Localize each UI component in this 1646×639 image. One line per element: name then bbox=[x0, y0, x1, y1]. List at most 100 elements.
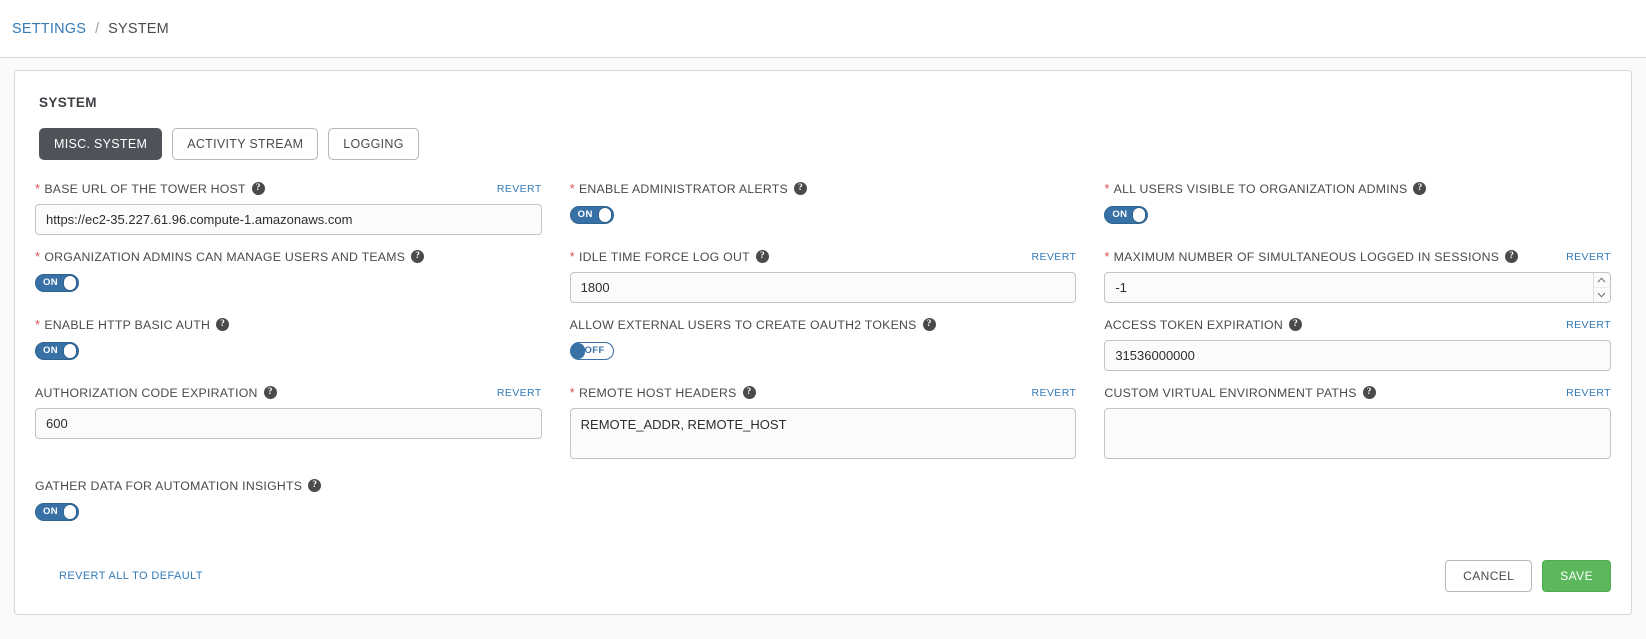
toggle-http-basic-auth[interactable]: ON bbox=[35, 341, 79, 360]
required-asterisk: * bbox=[569, 385, 575, 400]
toggle-knob bbox=[63, 342, 77, 359]
label-text: REMOTE HOST HEADERS bbox=[578, 385, 737, 400]
label-admin-alerts: * ENABLE ADMINISTRATOR ALERTS ? bbox=[570, 182, 807, 196]
field-max-sessions: * MAXIMUM NUMBER OF SIMULTANEOUS LOGGED … bbox=[1104, 248, 1611, 303]
label-http-basic-auth: * ENABLE HTTP BASIC AUTH ? bbox=[35, 317, 230, 332]
toggle-label: ON bbox=[1112, 209, 1128, 220]
label-text: ALL USERS VISIBLE TO ORGANIZATION ADMINS bbox=[1113, 181, 1408, 196]
base-url-input[interactable] bbox=[35, 204, 542, 235]
field-custom-venv-paths: CUSTOM VIRTUAL ENVIRONMENT PATHS ? REVER… bbox=[1104, 384, 1611, 464]
toggle-org-admins-manage[interactable]: ON bbox=[35, 273, 79, 292]
breadcrumb-separator: / bbox=[95, 20, 100, 37]
toggle-knob bbox=[570, 342, 585, 359]
help-icon[interactable]: ? bbox=[755, 250, 769, 263]
revert-custom-venv-paths[interactable]: REVERT bbox=[1566, 387, 1611, 399]
field-base-url: * BASE URL OF THE TOWER HOST ? REVERT bbox=[35, 180, 542, 235]
label-text: ENABLE HTTP BASIC AUTH bbox=[44, 317, 211, 332]
custom-venv-paths-textarea[interactable] bbox=[1104, 408, 1611, 459]
revert-all-to-default-button[interactable]: REVERT ALL TO DEFAULT bbox=[59, 570, 203, 582]
footer-action-buttons: CANCEL SAVE bbox=[1445, 560, 1611, 592]
save-button[interactable]: SAVE bbox=[1542, 560, 1611, 592]
field-idle-time: * IDLE TIME FORCE LOG OUT ? REVERT bbox=[569, 248, 1077, 303]
label-remote-host-headers: * REMOTE HOST HEADERS ? bbox=[570, 386, 756, 400]
form-footer: REVERT ALL TO DEFAULT CANCEL SAVE bbox=[35, 560, 1611, 592]
revert-max-sessions[interactable]: REVERT bbox=[1566, 251, 1611, 263]
help-icon[interactable]: ? bbox=[251, 182, 265, 195]
tab-misc-system[interactable]: MISC. SYSTEM bbox=[39, 128, 163, 160]
label-automation-insights: GATHER DATA FOR AUTOMATION INSIGHTS ? bbox=[35, 478, 322, 493]
revert-idle-time[interactable]: REVERT bbox=[1032, 251, 1077, 263]
toggle-automation-insights[interactable]: ON bbox=[35, 502, 79, 521]
field-auth-code-expiration: AUTHORIZATION CODE EXPIRATION ? REVERT bbox=[35, 384, 542, 464]
label-text: MAXIMUM NUMBER OF SIMULTANEOUS LOGGED IN… bbox=[1113, 249, 1500, 264]
breadcrumb-current: SYSTEM bbox=[108, 20, 169, 37]
settings-tabs: MISC. SYSTEM ACTIVITY STREAM LOGGING bbox=[39, 128, 1611, 160]
label-text: AUTHORIZATION CODE EXPIRATION bbox=[35, 385, 258, 400]
field-external-oauth2: ALLOW EXTERNAL USERS TO CREATE OAUTH2 TO… bbox=[569, 316, 1077, 371]
help-icon[interactable]: ? bbox=[263, 386, 277, 399]
field-access-token-expiration: ACCESS TOKEN EXPIRATION ? REVERT bbox=[1104, 316, 1611, 371]
revert-auth-code-expiration[interactable]: REVERT bbox=[497, 387, 542, 399]
required-asterisk: * bbox=[569, 181, 575, 196]
tab-activity-stream[interactable]: ACTIVITY STREAM bbox=[172, 128, 319, 160]
toggle-knob bbox=[1132, 206, 1147, 223]
toggle-admin-alerts[interactable]: ON bbox=[569, 205, 614, 224]
help-icon[interactable]: ? bbox=[1288, 318, 1302, 331]
number-stepper bbox=[1592, 273, 1610, 302]
remote-host-headers-textarea[interactable]: REMOTE_ADDR, REMOTE_HOST bbox=[569, 408, 1077, 459]
access-token-expiration-input[interactable] bbox=[1104, 340, 1611, 371]
label-text: ENABLE ADMINISTRATOR ALERTS bbox=[578, 181, 788, 196]
help-icon[interactable]: ? bbox=[742, 386, 756, 399]
toggle-all-users-visible[interactable]: ON bbox=[1104, 205, 1149, 224]
toggle-label: OFF bbox=[584, 345, 605, 356]
label-access-token-expiration: ACCESS TOKEN EXPIRATION ? bbox=[1104, 318, 1302, 332]
label-external-oauth2: ALLOW EXTERNAL USERS TO CREATE OAUTH2 TO… bbox=[570, 318, 936, 332]
help-icon[interactable]: ? bbox=[308, 479, 322, 492]
max-sessions-input[interactable] bbox=[1104, 272, 1611, 303]
breadcrumb: SETTINGS / SYSTEM bbox=[0, 0, 1646, 58]
tab-logging[interactable]: LOGGING bbox=[328, 128, 419, 160]
label-idle-time: * IDLE TIME FORCE LOG OUT ? bbox=[570, 250, 769, 264]
label-text: CUSTOM VIRTUAL ENVIRONMENT PATHS bbox=[1104, 385, 1357, 400]
label-max-sessions: * MAXIMUM NUMBER OF SIMULTANEOUS LOGGED … bbox=[1104, 249, 1519, 264]
required-asterisk: * bbox=[35, 249, 41, 264]
field-admin-alerts: * ENABLE ADMINISTRATOR ALERTS ? ON bbox=[569, 180, 1077, 235]
field-http-basic-auth: * ENABLE HTTP BASIC AUTH ? ON bbox=[35, 316, 542, 371]
field-org-admins-manage: * ORGANIZATION ADMINS CAN MANAGE USERS A… bbox=[35, 248, 542, 303]
cancel-button[interactable]: CANCEL bbox=[1445, 560, 1533, 592]
revert-access-token-expiration[interactable]: REVERT bbox=[1566, 319, 1611, 331]
help-icon[interactable]: ? bbox=[1505, 250, 1519, 263]
label-base-url: * BASE URL OF THE TOWER HOST ? bbox=[35, 182, 265, 196]
label-auth-code-expiration: AUTHORIZATION CODE EXPIRATION ? bbox=[35, 386, 277, 400]
help-icon[interactable]: ? bbox=[411, 250, 425, 263]
toggle-knob bbox=[597, 206, 612, 223]
breadcrumb-settings-link[interactable]: SETTINGS bbox=[12, 21, 86, 37]
help-icon[interactable]: ? bbox=[922, 318, 936, 331]
field-all-users-visible: * ALL USERS VISIBLE TO ORGANIZATION ADMI… bbox=[1104, 180, 1611, 235]
help-icon[interactable]: ? bbox=[216, 318, 230, 331]
stepper-down-icon[interactable] bbox=[1594, 288, 1610, 302]
toggle-external-oauth2[interactable]: OFF bbox=[569, 341, 614, 360]
required-asterisk: * bbox=[1104, 249, 1110, 264]
toggle-label: ON bbox=[43, 345, 59, 356]
settings-form-grid: * BASE URL OF THE TOWER HOST ? REVERT * … bbox=[35, 180, 1611, 538]
help-icon[interactable]: ? bbox=[1413, 182, 1427, 195]
revert-base-url[interactable]: REVERT bbox=[497, 183, 542, 195]
help-icon[interactable]: ? bbox=[794, 182, 807, 195]
idle-time-input[interactable] bbox=[569, 272, 1077, 303]
page-body: SYSTEM MISC. SYSTEM ACTIVITY STREAM LOGG… bbox=[0, 58, 1646, 639]
required-asterisk: * bbox=[35, 181, 41, 196]
required-asterisk: * bbox=[1104, 181, 1110, 196]
help-icon[interactable]: ? bbox=[1362, 386, 1376, 399]
label-org-admins-manage: * ORGANIZATION ADMINS CAN MANAGE USERS A… bbox=[35, 249, 425, 264]
label-all-users-visible: * ALL USERS VISIBLE TO ORGANIZATION ADMI… bbox=[1104, 181, 1427, 196]
label-custom-venv-paths: CUSTOM VIRTUAL ENVIRONMENT PATHS ? bbox=[1104, 385, 1376, 400]
stepper-up-icon[interactable] bbox=[1593, 273, 1610, 288]
label-text: GATHER DATA FOR AUTOMATION INSIGHTS bbox=[35, 478, 303, 493]
revert-remote-host-headers[interactable]: REVERT bbox=[1032, 387, 1077, 399]
label-text: BASE URL OF THE TOWER HOST bbox=[44, 181, 246, 196]
toggle-label: ON bbox=[43, 277, 59, 288]
field-automation-insights: GATHER DATA FOR AUTOMATION INSIGHTS ? ON bbox=[35, 477, 542, 525]
label-text: ORGANIZATION ADMINS CAN MANAGE USERS AND… bbox=[44, 249, 406, 264]
auth-code-expiration-input[interactable] bbox=[35, 408, 542, 439]
